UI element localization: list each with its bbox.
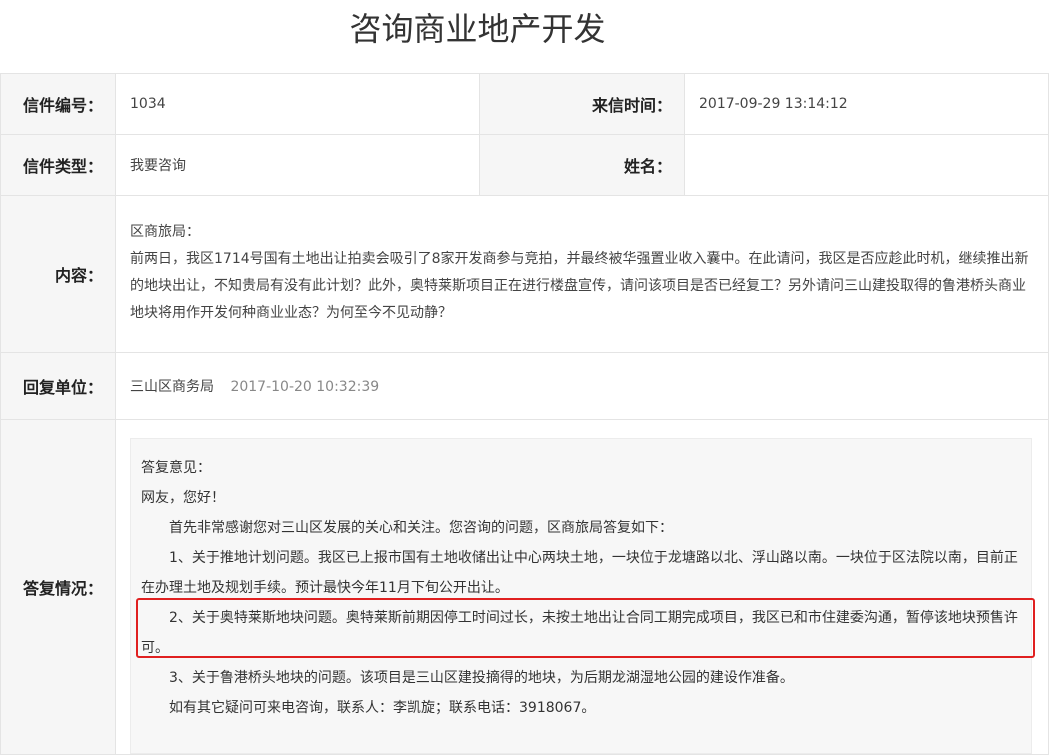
name-value bbox=[684, 134, 1049, 196]
letter-no-value: 1034 bbox=[115, 73, 480, 135]
answer-salutation: 网友，您好！ bbox=[141, 490, 225, 506]
page-title: 咨询商业地产开发 bbox=[349, 10, 606, 48]
name-label: 姓名： bbox=[479, 134, 685, 196]
answer-point-1: 1、关于推地计划问题。我区已上报市国有土地收储出让中心两块土地，一块位于龙塘路以… bbox=[141, 550, 1018, 596]
letter-table: 信件编号： 1034 来信时间： 2017-09-29 13:14:12 信件类… bbox=[0, 73, 1049, 755]
reply-status-label: 答复情况： bbox=[0, 419, 116, 755]
letter-type-label: 信件类型： bbox=[0, 134, 116, 196]
highlight-box bbox=[136, 598, 1035, 658]
row-letter-type: 信件类型： 我要咨询 姓名： bbox=[0, 134, 1049, 196]
received-time-label: 来信时间： bbox=[479, 73, 685, 135]
letter-type-value: 我要咨询 bbox=[115, 134, 480, 196]
letter-no-label: 信件编号： bbox=[0, 73, 116, 135]
row-reply-status: 答复情况： 答复意见： 网友，您好！ 首先非常感谢您对三山区发展的关心和关注。您… bbox=[0, 419, 1049, 755]
answer-box: 答复意见： 网友，您好！ 首先非常感谢您对三山区发展的关心和关注。您咨询的问题，… bbox=[130, 438, 1035, 754]
answer-point-3: 3、关于鲁港桥头地块的问题。该项目是三山区建投摘得的地块，为后期龙湖湿地公园的建… bbox=[169, 670, 794, 686]
reply-unit-cell: 三山区商务局 2017-10-20 10:32:39 bbox=[115, 352, 1049, 420]
answer-heading: 答复意见： bbox=[141, 460, 211, 476]
answer-intro: 首先非常感谢您对三山区发展的关心和关注。您咨询的问题，区商旅局答复如下： bbox=[169, 520, 673, 536]
content-greeting: 区商旅局： bbox=[130, 224, 200, 240]
content-body: 前两日，我区1714号国有土地出让拍卖会吸引了8家开发商参与竞拍，并最终被华强置… bbox=[130, 251, 1029, 321]
received-time-value: 2017-09-29 13:14:12 bbox=[684, 73, 1049, 135]
reply-date: 2017-10-20 10:32:39 bbox=[230, 379, 380, 395]
content-cell: 区商旅局： 前两日，我区1714号国有土地出让拍卖会吸引了8家开发商参与竞拍，并… bbox=[115, 195, 1049, 353]
content-label: 内容： bbox=[0, 195, 116, 353]
row-letter-no: 信件编号： 1034 来信时间： 2017-09-29 13:14:12 bbox=[0, 73, 1049, 135]
reply-unit-label: 回复单位： bbox=[0, 352, 116, 420]
row-reply-unit: 回复单位： 三山区商务局 2017-10-20 10:32:39 bbox=[0, 352, 1049, 420]
reply-unit-value: 三山区商务局 bbox=[130, 379, 214, 395]
reply-status-cell: 答复意见： 网友，您好！ 首先非常感谢您对三山区发展的关心和关注。您咨询的问题，… bbox=[115, 419, 1049, 755]
row-content: 内容： 区商旅局： 前两日，我区1714号国有土地出让拍卖会吸引了8家开发商参与… bbox=[0, 195, 1049, 353]
answer-contact: 如有其它疑问可来电咨询，联系人：李凯旋；联系电话：3918067。 bbox=[169, 700, 596, 716]
